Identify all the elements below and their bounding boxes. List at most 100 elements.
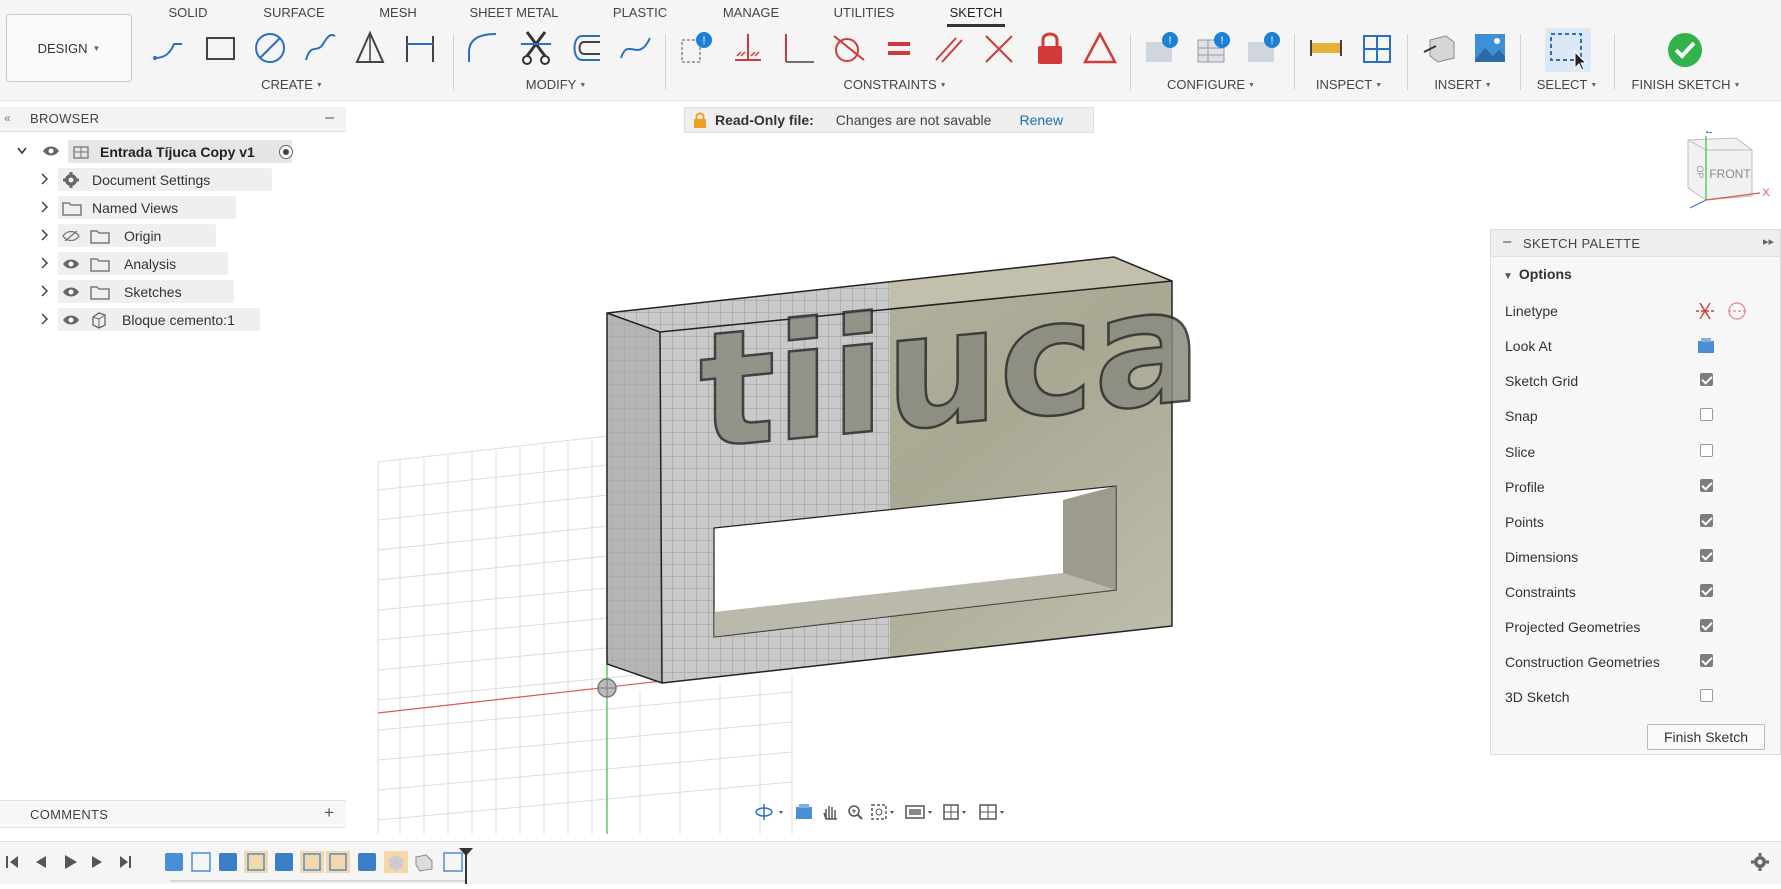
tree-item-pill[interactable]: Document Settings (58, 168, 272, 191)
tree-item-origin[interactable]: Origin (38, 223, 298, 249)
checkbox[interactable] (1700, 584, 1713, 597)
renew-link[interactable]: Renew (1019, 112, 1063, 128)
dimension-tool-icon[interactable] (403, 30, 437, 66)
window-select-icon[interactable] (1545, 28, 1591, 72)
chevron-right-icon[interactable] (38, 228, 50, 242)
zoom-icon[interactable] (848, 805, 863, 820)
checkbox[interactable] (1700, 549, 1713, 562)
viewports-icon[interactable] (979, 804, 997, 820)
trim-tool-icon[interactable] (519, 30, 553, 66)
look-at-icon[interactable] (1697, 337, 1715, 355)
grid-settings-icon[interactable] (943, 804, 959, 820)
checkbox[interactable] (1700, 408, 1713, 421)
tab-plastic[interactable]: PLASTIC (612, 5, 668, 23)
parallel-constraint-icon[interactable] (932, 30, 966, 66)
view-cube[interactable]: FRONT OP Z X (1687, 131, 1770, 209)
option-slice[interactable]: Slice (1505, 441, 1775, 463)
curve-tool-icon[interactable] (618, 30, 652, 66)
triangle-tool-icon[interactable] (353, 30, 387, 66)
line-tool-icon[interactable] (152, 30, 186, 66)
chevron-right-icon[interactable] (38, 284, 50, 298)
previous-step-icon[interactable] (36, 856, 46, 868)
finish-sketch-button[interactable]: Finish Sketch (1647, 724, 1765, 750)
insert-image-icon[interactable] (1473, 30, 1507, 66)
comments-bar[interactable]: COMMENTS + (0, 800, 346, 828)
checkbox[interactable] (1700, 373, 1713, 386)
tree-item-document-settings[interactable]: Document Settings (38, 167, 298, 193)
tangent-constraint-icon[interactable] (832, 30, 866, 66)
tree-item-pill[interactable]: Sketches (58, 280, 234, 303)
perpendicular-hatch-icon[interactable] (731, 30, 765, 66)
tab-mesh[interactable]: MESH (377, 5, 419, 23)
configure-grid-icon[interactable]: ! (1196, 30, 1230, 66)
construction-linetype-icon[interactable] (1694, 300, 1716, 322)
tree-root[interactable]: Entrada Tíjuca Copy v1 (16, 139, 306, 165)
perpendicular-constraint-icon[interactable] (782, 30, 816, 66)
lock-constraint-icon[interactable] (1033, 30, 1067, 66)
checkbox[interactable] (1700, 689, 1713, 702)
option-sketch-grid[interactable]: Sketch Grid (1505, 370, 1775, 392)
tab-manage[interactable]: MANAGE (721, 5, 781, 23)
tree-item-analysis[interactable]: Analysis (38, 251, 298, 277)
option-construction-geometries[interactable]: Construction Geometries (1505, 651, 1775, 673)
tree-item-pill[interactable]: Origin (58, 224, 216, 247)
option-3d-sketch[interactable]: 3D Sketch (1505, 686, 1775, 708)
activate-radio-icon[interactable] (278, 144, 294, 160)
next-step-icon[interactable] (92, 856, 102, 868)
rectangle-tool-icon[interactable] (203, 30, 237, 66)
centerline-linetype-icon[interactable] (1726, 300, 1748, 322)
eye-icon[interactable] (62, 257, 80, 271)
tree-item-pill[interactable]: Named Views (58, 196, 236, 219)
configure-map-icon[interactable]: ! (1246, 30, 1280, 66)
section-analysis-icon[interactable] (1360, 30, 1394, 66)
collapse-panel-icon[interactable]: « (4, 111, 11, 125)
checkbox[interactable] (1700, 514, 1713, 527)
configure-table-icon[interactable]: ! (1144, 30, 1178, 66)
options-section-header[interactable]: ▼ Options (1503, 266, 1572, 282)
chevron-down-icon[interactable] (16, 144, 28, 158)
finish-sketch-check-icon[interactable] (1668, 32, 1702, 68)
group-create[interactable]: CREATE ▼ (261, 77, 323, 92)
workspace-switcher[interactable]: DESIGN ▼ (6, 14, 132, 82)
chevron-right-icon[interactable] (38, 172, 50, 186)
checkbox[interactable] (1700, 654, 1713, 667)
circle-tool-icon[interactable] (253, 30, 287, 66)
equal-constraint-icon[interactable] (882, 30, 916, 66)
group-constraints[interactable]: CONSTRAINTS ▼ (843, 77, 946, 92)
tree-root-label-pill[interactable]: Entrada Tíjuca Copy v1 (68, 140, 292, 163)
tree-item-pill[interactable]: Bloque cemento:1 (58, 308, 260, 331)
tree-item-pill[interactable]: Analysis (58, 252, 228, 275)
expand-icon[interactable]: ▸▸ (1763, 235, 1774, 248)
eye-icon[interactable] (42, 144, 60, 158)
tree-item-sketches[interactable]: Sketches (38, 279, 298, 305)
minimize-icon[interactable]: – (325, 109, 334, 127)
checkbox[interactable] (1700, 444, 1713, 457)
fit-icon[interactable] (871, 804, 887, 820)
option-projected-geometries[interactable]: Projected Geometries (1505, 616, 1775, 638)
timeline-settings-gear-icon[interactable] (1751, 853, 1769, 871)
tab-sketch[interactable]: SKETCH (947, 5, 1005, 27)
eye-icon[interactable] (62, 285, 80, 299)
play-icon[interactable] (65, 855, 77, 869)
option-points[interactable]: Points (1505, 511, 1775, 533)
tab-surface[interactable]: SURFACE (262, 5, 326, 23)
look-at-nav-icon[interactable] (796, 804, 812, 819)
chevron-right-icon[interactable] (38, 256, 50, 270)
tab-solid[interactable]: SOLID (166, 5, 210, 23)
orbit-icon[interactable] (755, 804, 773, 820)
chevron-right-icon[interactable] (38, 312, 50, 326)
insert-derive-icon[interactable] (1422, 30, 1456, 66)
chevron-right-icon[interactable] (38, 200, 50, 214)
warning-triangle-icon[interactable] (1083, 30, 1117, 66)
group-finish-sketch[interactable]: FINISH SKETCH ▼ (1632, 77, 1741, 92)
tab-utilities[interactable]: UTILITIES (831, 5, 897, 23)
eye-hidden-icon[interactable] (62, 229, 80, 243)
pan-hand-icon[interactable] (823, 806, 837, 820)
last-step-icon[interactable] (120, 856, 131, 868)
option-dimensions[interactable]: Dimensions (1505, 546, 1775, 568)
tab-sheet-metal[interactable]: SHEET METAL (469, 5, 559, 23)
spline-tool-icon[interactable] (303, 30, 337, 66)
option-snap[interactable]: Snap (1505, 405, 1775, 427)
add-comment-icon[interactable]: + (324, 803, 334, 823)
timeline-features[interactable] (165, 851, 463, 873)
